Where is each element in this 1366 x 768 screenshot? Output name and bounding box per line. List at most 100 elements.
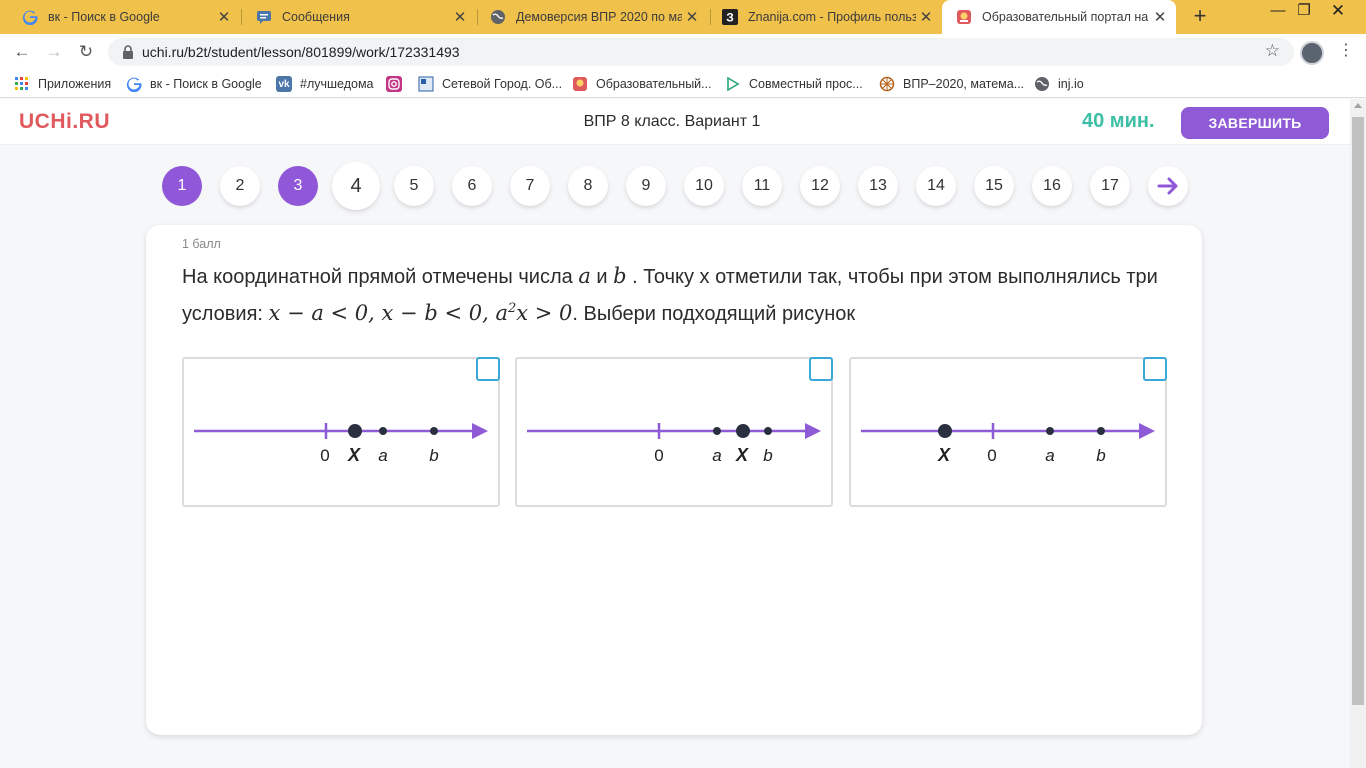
math-separator: , <box>482 301 496 325</box>
tab-title: Сообщения <box>282 10 350 24</box>
uchi-icon <box>956 9 972 25</box>
bookmark-instagram[interactable] <box>386 75 410 93</box>
math-condition-2: x − b < 0 <box>381 301 483 325</box>
browser-menu-icon[interactable]: ⋮ <box>1336 40 1356 64</box>
timer: 40 мин. <box>1082 110 1155 132</box>
question-11-button[interactable]: 11 <box>742 166 782 206</box>
page-content: UCHi.RU ВПР 8 класс. Вариант 1 40 мин. З… <box>0 99 1350 768</box>
profile-avatar[interactable] <box>1300 41 1324 65</box>
reload-icon[interactable]: ↻ <box>74 40 98 64</box>
question-13-button[interactable]: 13 <box>858 166 898 206</box>
next-question-button[interactable] <box>1148 166 1188 206</box>
math-exponent: 2 <box>507 301 517 316</box>
answer-option-3[interactable]: X 0 a b <box>849 357 1167 507</box>
back-icon[interactable]: ← <box>10 40 34 64</box>
close-icon[interactable]: ✕ <box>916 8 936 26</box>
tab-title: вк - Поиск в Google <box>48 10 160 24</box>
bookmark-label: Приложения <box>38 77 112 91</box>
question-15-button[interactable]: 15 <box>974 166 1014 206</box>
question-6-button[interactable]: 6 <box>452 166 492 206</box>
page-scrollbar[interactable] <box>1350 99 1366 768</box>
finish-button[interactable]: ЗАВЕРШИТЬ <box>1181 107 1329 139</box>
bookmark-google[interactable]: вк - Поиск в Google <box>126 75 262 93</box>
google-icon <box>126 76 142 92</box>
number-line-1: 0 X a b <box>194 423 488 465</box>
url-field[interactable]: uchi.ru/b2t/student/lesson/801899/work/1… <box>108 38 1294 66</box>
question-navigation: 1 2 3 4 5 6 7 8 9 10 11 12 13 14 15 16 1… <box>0 162 1350 210</box>
globe-icon <box>1034 76 1050 92</box>
bookmark-injio[interactable]: inj.io <box>1034 75 1084 93</box>
question-14-button[interactable]: 14 <box>916 166 956 206</box>
close-icon[interactable]: ✕ <box>214 8 234 26</box>
close-icon[interactable]: ✕ <box>1150 8 1170 26</box>
bookmark-uchi[interactable]: Образовательный... <box>572 75 712 93</box>
netcity-icon <box>418 76 434 92</box>
bookmark-netcity[interactable]: Сетевой Город. Об... <box>418 75 562 93</box>
math-var-b: b <box>613 264 627 288</box>
bookmark-star-icon[interactable]: ☆ <box>1265 41 1280 61</box>
globe-icon <box>490 9 506 25</box>
tick-label: b <box>763 446 772 465</box>
question-10-button[interactable]: 10 <box>684 166 724 206</box>
bookmark-label: ВПР–2020, матема... <box>903 77 1025 91</box>
question-7-button[interactable]: 7 <box>510 166 550 206</box>
scroll-up-icon[interactable] <box>1354 103 1362 108</box>
tick-label: X <box>937 445 951 465</box>
number-line-2: 0 a X b <box>527 423 821 465</box>
question-8-button[interactable]: 8 <box>568 166 608 206</box>
apps-icon <box>14 76 30 92</box>
znanija-icon: З <box>722 9 738 25</box>
close-icon[interactable]: ✕ <box>682 8 702 26</box>
browser-tab-4[interactable]: З Znanija.com - Профиль пользо ✕ <box>708 0 942 34</box>
bookmark-sovmestny[interactable]: Совместный прос... <box>725 75 863 93</box>
tick-label: 0 <box>320 446 329 465</box>
question-16-button[interactable]: 16 <box>1032 166 1072 206</box>
question-1-button[interactable]: 1 <box>162 166 202 206</box>
scrollbar-thumb[interactable] <box>1352 117 1364 705</box>
bookmark-vk[interactable]: vk #лучшедома <box>276 75 374 93</box>
question-4-button-current[interactable]: 4 <box>332 162 380 210</box>
bookmarks-bar: Приложения вк - Поиск в Google vk #лучше… <box>0 70 1366 98</box>
question-text: На координатной прямой отмечены числа <box>182 266 579 288</box>
question-5-button[interactable]: 5 <box>394 166 434 206</box>
question-text: . Выбери подходящий рисунок <box>572 303 856 325</box>
minimize-icon[interactable]: — <box>1264 0 1292 30</box>
forward-icon[interactable]: → <box>42 40 66 64</box>
tick-label: 0 <box>654 446 663 465</box>
question-3-button[interactable]: 3 <box>278 166 318 206</box>
chat-icon <box>256 9 272 25</box>
site-header: UCHi.RU ВПР 8 класс. Вариант 1 40 мин. З… <box>0 99 1350 145</box>
bookmark-label: Образовательный... <box>596 77 712 91</box>
close-icon[interactable]: ✕ <box>450 8 470 26</box>
answer-option-1[interactable]: 0 X a b <box>182 357 500 507</box>
arrow-right-icon <box>1157 177 1178 195</box>
bookmark-vpr[interactable]: ВПР–2020, матема... <box>879 75 1024 93</box>
browser-tab-2[interactable]: Сообщения ✕ <box>242 0 476 34</box>
tab-title: Образовательный портал на б <box>982 10 1150 24</box>
question-text: и <box>590 266 614 288</box>
bookmark-label: #лучшедома <box>300 77 374 91</box>
browser-tab-1[interactable]: вк - Поиск в Google ✕ <box>8 0 240 34</box>
answer-option-2[interactable]: 0 a X b <box>515 357 833 507</box>
math-base: a <box>495 301 508 325</box>
bookmark-apps[interactable]: Приложения <box>14 75 111 93</box>
task-question: На координатной прямой отмечены числа a … <box>182 261 1172 330</box>
restore-icon[interactable]: ❐ <box>1290 0 1318 30</box>
question-12-button[interactable]: 12 <box>800 166 840 206</box>
tab-title: Znanija.com - Профиль пользо <box>748 10 916 24</box>
new-tab-button[interactable]: + <box>1188 4 1212 28</box>
google-icon <box>22 9 38 25</box>
browser-tab-3[interactable]: Демоверсия ВПР 2020 по мате ✕ <box>476 0 708 34</box>
close-window-icon[interactable]: ✕ <box>1324 0 1352 30</box>
question-17-button[interactable]: 17 <box>1090 166 1130 206</box>
tick-label: a <box>712 446 721 465</box>
question-2-button[interactable]: 2 <box>220 166 260 206</box>
question-9-button[interactable]: 9 <box>626 166 666 206</box>
task-points: 1 балл <box>182 237 221 251</box>
tick-label: b <box>429 446 438 465</box>
browser-tab-5-active[interactable]: Образовательный портал на б ✕ <box>942 0 1176 34</box>
tick-label: a <box>1045 446 1054 465</box>
svg-text:З: З <box>726 11 734 25</box>
tick-label: X <box>347 445 361 465</box>
address-bar: ← → ↻ uchi.ru/b2t/student/lesson/801899/… <box>0 34 1366 70</box>
